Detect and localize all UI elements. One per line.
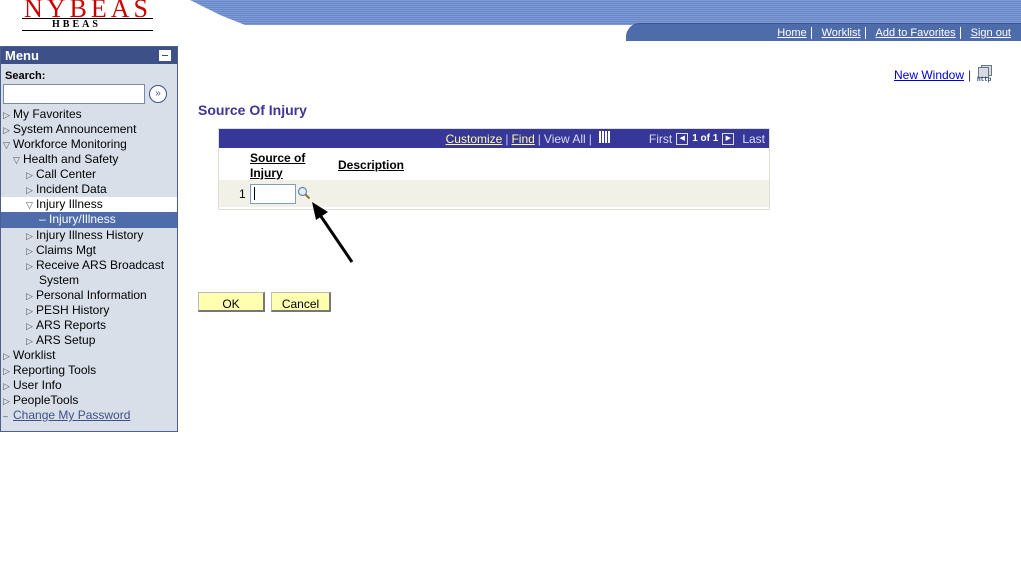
annotation-arrow-icon — [312, 202, 354, 263]
nav-sign-out-link[interactable]: Sign out — [959, 27, 1015, 39]
collapsed-arrow-icon: ▷ — [26, 261, 33, 271]
last-label: Last — [742, 132, 765, 146]
menu-item-workforce-monitoring[interactable]: ▽ Workforce Monitoring — [1, 137, 177, 152]
menu-item-reporting-tools[interactable]: ▷ Reporting Tools — [1, 363, 177, 378]
menu-header: Menu — [1, 47, 177, 64]
collapsed-arrow-icon: ▷ — [26, 246, 33, 256]
source-of-injury-input[interactable] — [250, 184, 296, 204]
cancel-button[interactable]: Cancel — [271, 292, 331, 312]
ok-button[interactable]: OK — [198, 292, 265, 312]
grid-header-row: Source of Injury Description — [219, 148, 769, 180]
change-password-link[interactable]: Change My Password — [13, 408, 130, 422]
menu-item-health-and-safety[interactable]: ▽ Health and Safety — [1, 152, 177, 167]
menu-sidebar: Menu Search: » ▷ My Favorites ▷ System Ann… — [0, 46, 178, 432]
menu-item-ars-setup[interactable]: ▷ ARS Setup — [1, 333, 177, 348]
source-of-injury-grid: Customize | Find | View All | First ◀ 1 … — [218, 128, 770, 210]
menu-title: Menu — [5, 48, 39, 63]
menu-item-claims-mgt[interactable]: ▷ Claims Mgt — [1, 243, 177, 258]
top-nav-bar: Home Worklist Add to Favorites Sign out — [626, 23, 1021, 41]
collapsed-arrow-icon: ▷ — [26, 185, 33, 195]
expanded-arrow-icon: ▽ — [26, 200, 33, 210]
menu-item-call-center[interactable]: ▷ Call Center — [1, 167, 177, 182]
nybeas-logo: NYBEAS HBEAS — [22, 0, 153, 31]
nav-worklist-link[interactable]: Worklist — [810, 27, 865, 39]
collapsed-arrow-icon: ▷ — [26, 170, 33, 180]
menu-item-injury-illness-page[interactable]: – Injury/Illness — [1, 212, 177, 228]
collapsed-arrow-icon: ▷ — [3, 125, 10, 135]
dash-icon: – — [3, 411, 9, 421]
collapsed-arrow-icon: ▷ — [26, 291, 33, 301]
collapsed-arrow-icon: ▷ — [3, 366, 10, 376]
menu-item-injury-illness[interactable]: ▽ Injury Illness — [1, 197, 177, 212]
search-label: Search: — [5, 70, 46, 82]
menu-search-input[interactable] — [3, 84, 145, 104]
first-label: First — [648, 132, 673, 146]
http-link-icon[interactable]: http — [977, 65, 995, 83]
table-row: 1 — [219, 180, 769, 207]
menu-item-receive-ars-broadcast[interactable]: ▷ Receive ARS Broadcast — [1, 258, 177, 273]
menu-item-peopletools[interactable]: ▷ PeopleTools — [1, 393, 177, 408]
dash-icon: – — [39, 212, 50, 226]
menu-item-system-announcement[interactable]: ▷ System Announcement — [1, 122, 177, 137]
menu-item-injury-illness-history[interactable]: ▷ Injury Illness History — [1, 228, 177, 243]
find-link[interactable]: Find — [511, 129, 534, 149]
lookup-magnifier-icon[interactable] — [297, 186, 311, 200]
menu-item-receive-ars-broadcast-cont[interactable]: System — [1, 273, 177, 288]
row-count: 1 of 1 — [692, 133, 719, 144]
new-window-link[interactable]: New Window — [894, 68, 964, 82]
collapsed-arrow-icon: ▷ — [3, 381, 10, 391]
customize-link[interactable]: Customize — [446, 129, 503, 149]
menu-tree: ▷ My Favorites ▷ System Announcement ▽ Work… — [1, 107, 177, 423]
collapsed-arrow-icon: ▷ — [26, 336, 33, 346]
column-header-description[interactable]: Description — [338, 158, 404, 172]
row-number: 1 — [239, 187, 246, 201]
search-go-icon[interactable]: » — [149, 85, 167, 103]
collapsed-arrow-icon: ▷ — [3, 351, 10, 361]
menu-item-personal-information[interactable]: ▷ Personal Information — [1, 288, 177, 303]
nav-home-link[interactable]: Home — [767, 27, 810, 39]
header-banner — [190, 0, 1021, 25]
expanded-arrow-icon: ▽ — [13, 155, 20, 165]
collapsed-arrow-icon: ▷ — [26, 231, 33, 241]
menu-item-worklist[interactable]: ▷ Worklist — [1, 348, 177, 363]
column-header-source-of-injury[interactable]: Source of Injury — [250, 151, 315, 181]
next-row-icon[interactable]: ▶ — [722, 133, 735, 145]
collapsed-arrow-icon: ▷ — [26, 306, 33, 316]
expanded-arrow-icon: ▽ — [3, 140, 10, 150]
collapse-menu-icon[interactable] — [159, 50, 171, 61]
menu-item-pesh-history[interactable]: ▷ PESH History — [1, 303, 177, 318]
menu-item-change-password[interactable]: – Change My Password — [1, 408, 177, 423]
menu-item-my-favorites[interactable]: ▷ My Favorites — [1, 107, 177, 122]
menu-item-ars-reports[interactable]: ▷ ARS Reports — [1, 318, 177, 333]
previous-row-icon[interactable]: ◀ — [676, 133, 689, 145]
menu-item-user-info[interactable]: ▷ User Info — [1, 378, 177, 393]
menu-item-incident-data[interactable]: ▷ Incident Data — [1, 182, 177, 197]
page-title: Source Of Injury — [198, 102, 307, 118]
nav-add-to-favorites-link[interactable]: Add to Favorites — [864, 27, 960, 39]
collapsed-arrow-icon: ▷ — [26, 321, 33, 331]
grid-toolbar: Customize | Find | View All | First ◀ 1 … — [219, 129, 769, 148]
view-all-label: View All — [543, 132, 586, 146]
collapsed-arrow-icon: ▷ — [3, 396, 10, 406]
text-cursor — [254, 187, 255, 200]
logo-sub-text: HBEAS — [52, 19, 101, 30]
collapsed-arrow-icon: ▷ — [3, 110, 10, 120]
new-window-area: New Window | — [894, 68, 972, 82]
download-grid-icon[interactable] — [598, 131, 611, 143]
